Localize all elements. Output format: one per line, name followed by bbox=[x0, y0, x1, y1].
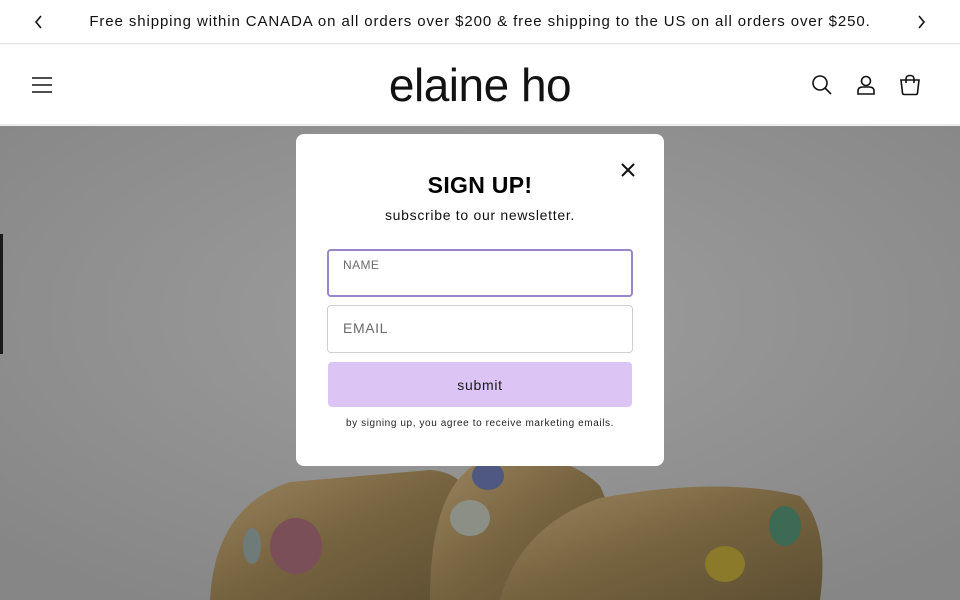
chevron-left-icon[interactable] bbox=[29, 12, 49, 32]
signup-disclaimer: by signing up, you agree to receive mark… bbox=[345, 418, 615, 429]
email-field-label: EMAIL bbox=[343, 320, 389, 336]
announcement-text: Free shipping within CANADA on all order… bbox=[89, 13, 871, 30]
search-icon[interactable] bbox=[809, 72, 835, 98]
submit-button[interactable]: submit bbox=[328, 362, 632, 407]
name-field[interactable]: NAME bbox=[327, 249, 633, 297]
modal-subtitle: subscribe to our newsletter. bbox=[384, 207, 576, 223]
site-logo[interactable]: elaine ho bbox=[360, 55, 600, 115]
hamburger-menu-icon[interactable] bbox=[29, 72, 55, 98]
site-header: elaine ho bbox=[0, 45, 960, 125]
modal-title: SIGN UP! bbox=[427, 172, 533, 198]
chevron-right-icon[interactable] bbox=[911, 12, 931, 32]
cart-icon[interactable] bbox=[897, 72, 923, 98]
email-field[interactable]: EMAIL bbox=[327, 305, 633, 353]
hero-edge-strip bbox=[0, 234, 3, 354]
name-field-label: NAME bbox=[343, 258, 380, 272]
announcement-bar: Free shipping within CANADA on all order… bbox=[0, 0, 960, 44]
account-icon[interactable] bbox=[853, 72, 879, 98]
